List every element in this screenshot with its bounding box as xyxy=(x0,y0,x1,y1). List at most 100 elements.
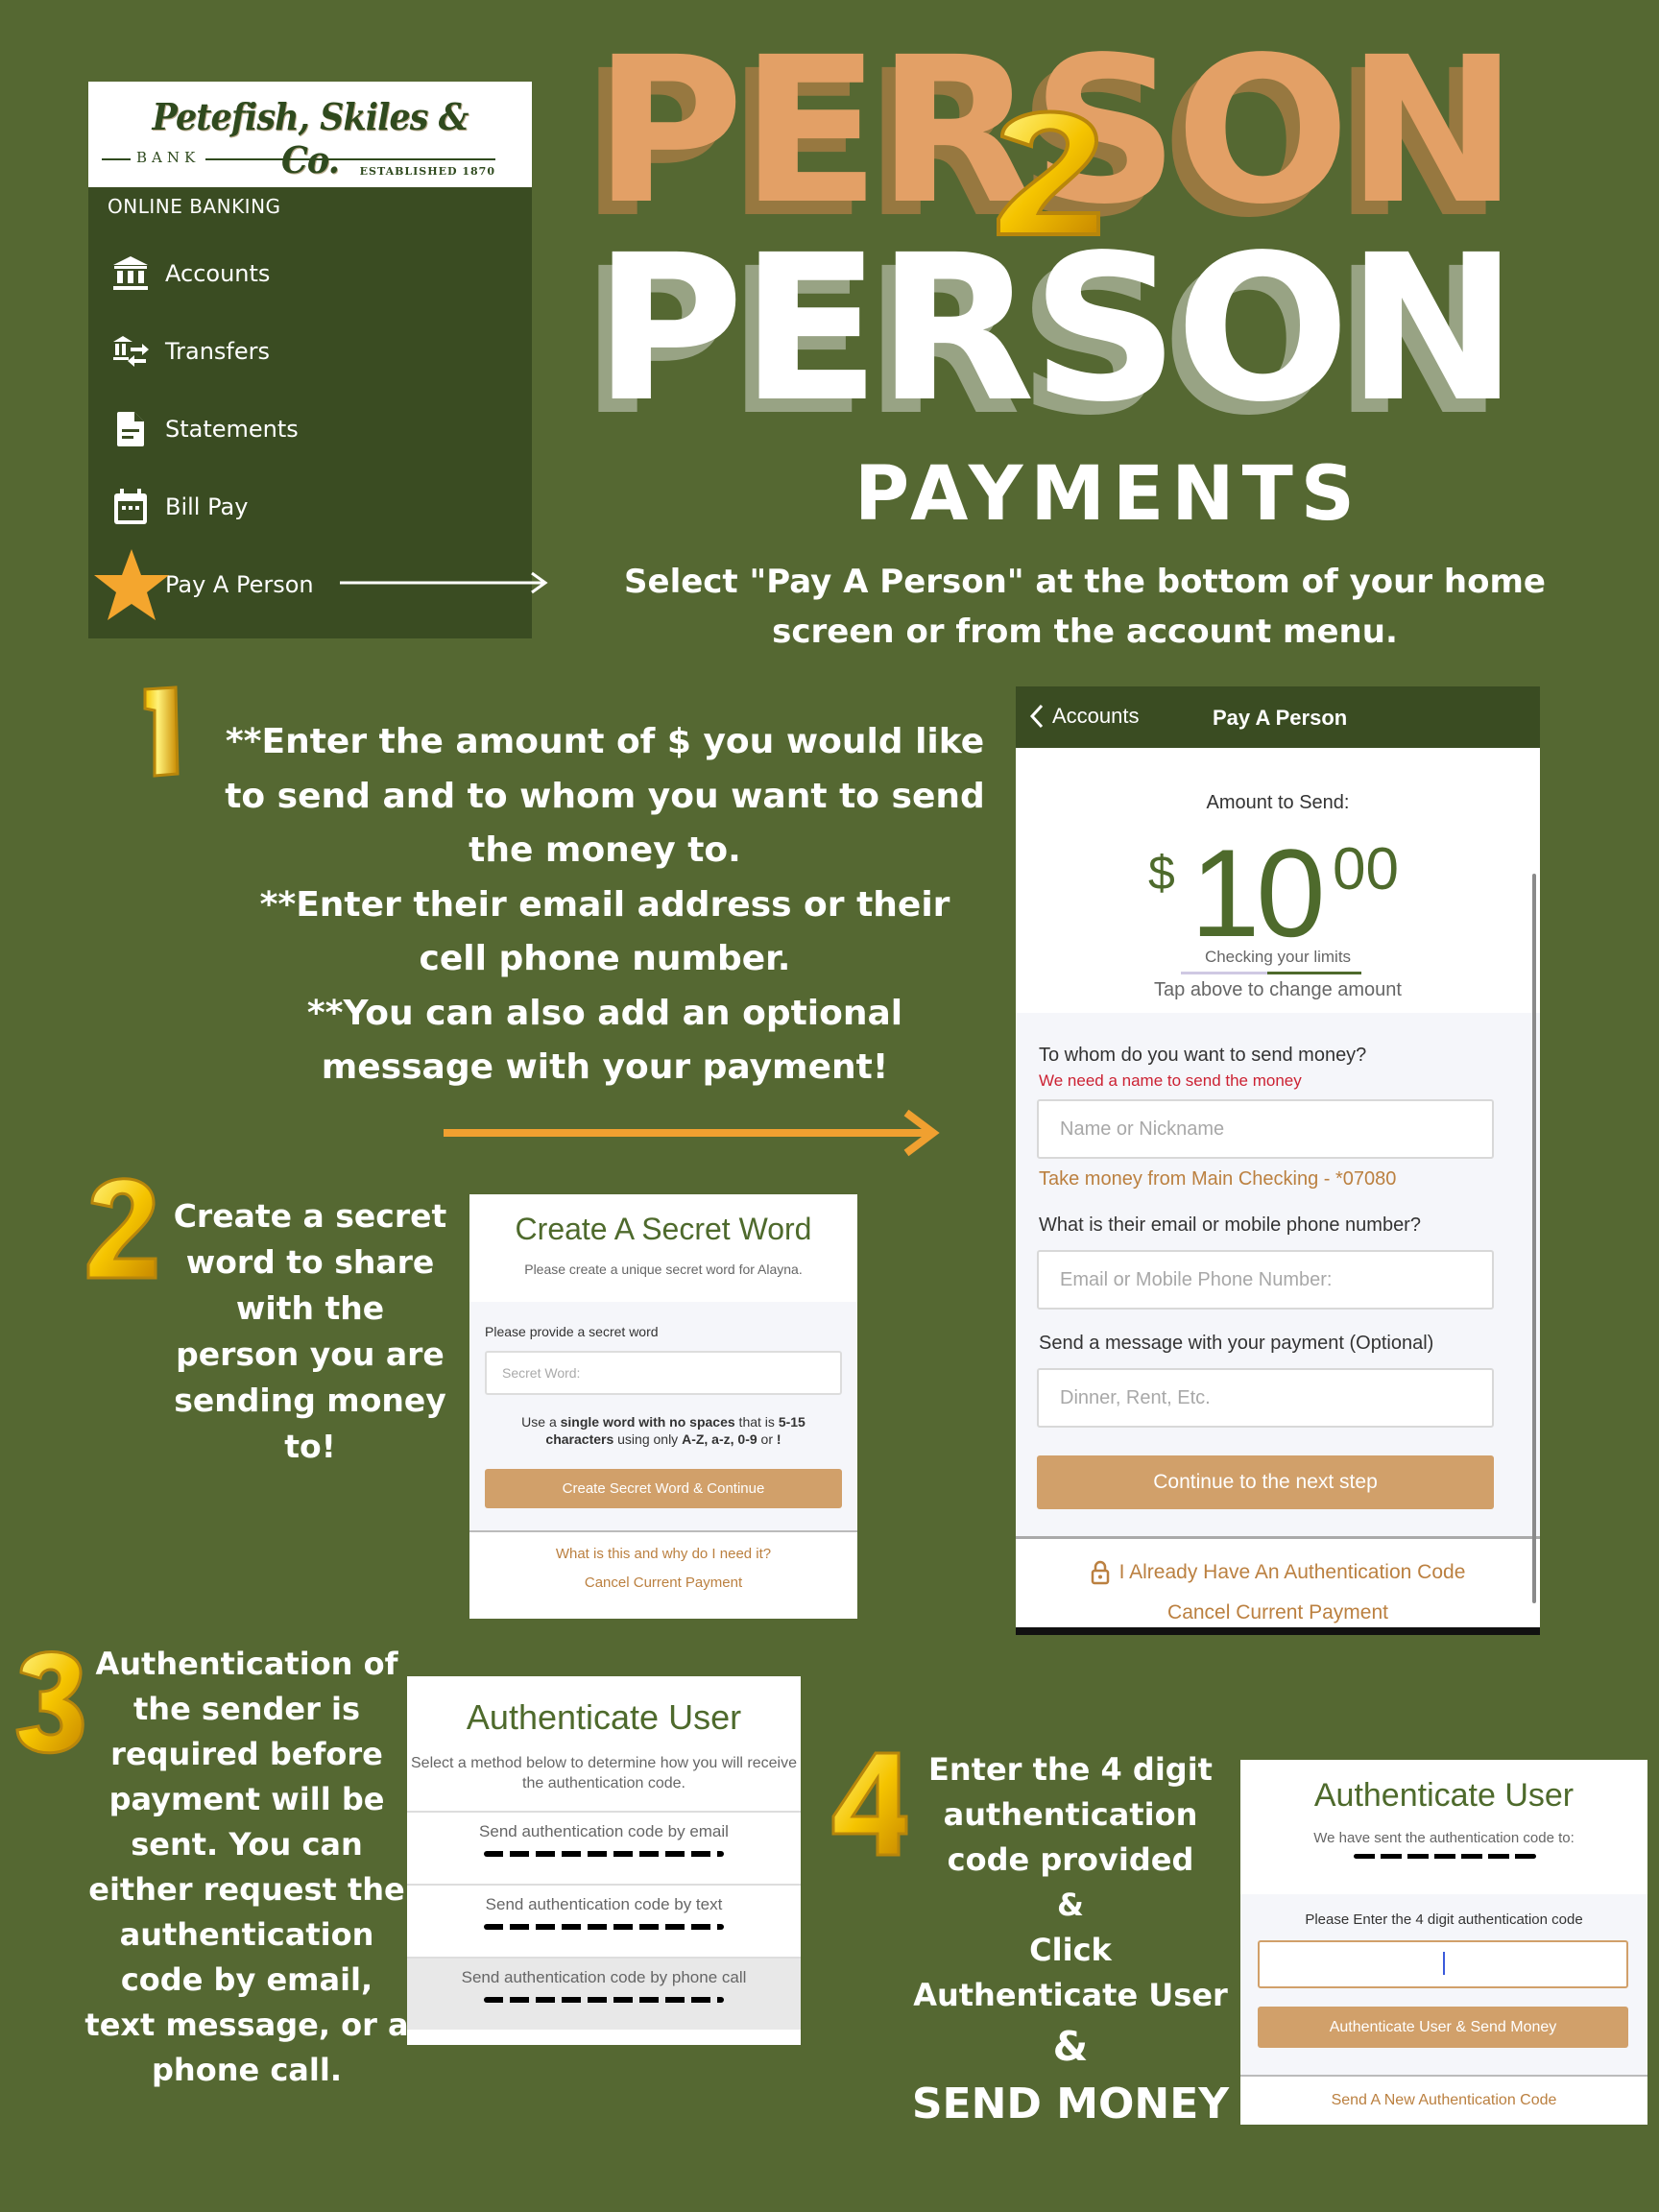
chevron-left-icon xyxy=(1029,704,1044,729)
recipient-error: We need a name to send the money xyxy=(1039,1071,1302,1090)
step4-amp: & xyxy=(1057,1887,1084,1923)
tap-hint: Tap above to change amount xyxy=(1154,979,1402,1000)
resend-code-link[interactable]: Send A New Authentication Code xyxy=(1240,2092,1647,2109)
step1-text: **Enter the amount of $ you would like t… xyxy=(221,715,989,1095)
menu-heading: ONLINE BANKING xyxy=(108,195,281,218)
continue-button[interactable]: Continue to the next step xyxy=(1037,1455,1494,1509)
balloon-number-2-icon xyxy=(997,109,1100,236)
screen-title: Create A Secret Word xyxy=(515,1212,812,1246)
menu-item-label: Statements xyxy=(165,416,299,443)
hint-text: that is xyxy=(734,1414,779,1430)
auth-option-label: Send authentication code by phone call xyxy=(461,1968,747,1986)
back-button[interactable]: Accounts xyxy=(1029,704,1140,729)
message-label: Send a message with your payment (Option… xyxy=(1039,1333,1434,1354)
step3-text: Authentication of the sender is required… xyxy=(84,1646,409,2088)
cancel-payment-link[interactable]: Cancel Current Payment xyxy=(1016,1601,1540,1624)
redacted-contact xyxy=(484,1851,724,1857)
screen-title: Authenticate User xyxy=(1313,1777,1575,1814)
message-input[interactable] xyxy=(1037,1368,1494,1428)
secret-word-hint: Use a single word with no spaces that is… xyxy=(498,1413,829,1448)
cancel-payment-link[interactable]: Cancel Current Payment xyxy=(469,1575,857,1591)
hint-text: Use a xyxy=(521,1414,561,1430)
auth-option-email[interactable]: Send authentication code by email xyxy=(407,1811,801,1884)
redacted-contact xyxy=(484,1924,724,1930)
hint-bold: ! xyxy=(776,1431,781,1447)
document-icon xyxy=(109,408,152,450)
text-caret xyxy=(1443,1952,1445,1975)
title-person-bottom: PERSON xyxy=(593,211,1518,446)
authenticate-method-screen: Authenticate User Select a method below … xyxy=(407,1676,801,2045)
authenticate-send-button[interactable]: Authenticate User & Send Money xyxy=(1258,2007,1628,2048)
create-secret-word-button[interactable]: Create Secret Word & Continue xyxy=(485,1469,842,1508)
balloon-number-1-icon xyxy=(143,685,180,778)
intro-text: Select "Pay A Person" at the bottom of y… xyxy=(624,563,1546,651)
bank-menu-panel: Petefish, Skiles & Co. BANK ESTABLISHED … xyxy=(88,82,532,638)
step2-text: Create a secret word to share with the p… xyxy=(173,1197,447,1465)
balloon-number-3-icon xyxy=(15,1650,84,1755)
calendar-icon xyxy=(109,486,152,528)
have-auth-code-label: I Already Have An Authentication Code xyxy=(1118,1561,1466,1583)
recipient-label: To whom do you want to send money? xyxy=(1039,1045,1367,1066)
bank-icon xyxy=(109,252,152,295)
secret-word-label: Please provide a secret word xyxy=(485,1324,659,1339)
amount-cents[interactable]: 00 xyxy=(1333,840,1399,900)
title-payments: PAYMENTS xyxy=(854,451,1362,538)
menu-item-label: Bill Pay xyxy=(165,493,249,520)
help-link[interactable]: What is this and why do I need it? xyxy=(469,1546,857,1562)
arrow-right-icon xyxy=(340,571,548,594)
step4-click: Click xyxy=(1029,1932,1112,1968)
screen-subtitle: We have sent the authentication code to: xyxy=(1313,1830,1575,1846)
recipient-name-input[interactable] xyxy=(1037,1099,1494,1159)
have-auth-code-link[interactable]: I Already Have An Authentication Code xyxy=(1016,1560,1540,1585)
step4-action: Authenticate User xyxy=(913,1977,1228,2013)
amount-value[interactable]: 10 xyxy=(1190,830,1326,955)
auth-option-label: Send authentication code by email xyxy=(479,1822,729,1840)
secret-word-input[interactable] xyxy=(485,1351,842,1395)
step1-line: **Enter the amount of $ you would like t… xyxy=(225,722,985,870)
progress-fill xyxy=(1267,972,1361,974)
transfer-icon xyxy=(109,330,152,373)
menu-item-statements[interactable]: Statements xyxy=(88,402,532,456)
redacted-contact xyxy=(484,1997,724,2003)
scrollbar[interactable] xyxy=(1532,874,1536,1603)
menu-item-bill-pay[interactable]: Bill Pay xyxy=(88,480,532,534)
currency-symbol[interactable]: $ xyxy=(1148,845,1175,901)
arrow-right-icon xyxy=(444,1109,940,1157)
step4-text: Enter the 4 digit authentication code pr… xyxy=(907,1747,1234,2133)
auth-option-text[interactable]: Send authentication code by text xyxy=(407,1884,801,1957)
hint-bold: single word with no spaces xyxy=(560,1414,735,1430)
screen-title: Authenticate User xyxy=(466,1697,742,1737)
bank-logo-bank: BANK xyxy=(131,149,206,166)
hint-text: using only xyxy=(613,1431,683,1447)
bank-logo: Petefish, Skiles & Co. BANK ESTABLISHED … xyxy=(88,82,532,187)
source-account[interactable]: Take money from Main Checking - *07080 xyxy=(1039,1168,1396,1190)
menu-item-accounts[interactable]: Accounts xyxy=(88,247,532,301)
menu-item-transfers[interactable]: Transfers xyxy=(88,325,532,378)
step1-line: **You can also add an optional message w… xyxy=(306,993,903,1088)
hint-bold: A-Z, a-z, 0-9 xyxy=(682,1431,757,1447)
step4-send-money: SEND MONEY xyxy=(911,2080,1230,2128)
screen-bottom-bar xyxy=(1016,1627,1540,1635)
screen-subtitle: Please create a unique secret word for A… xyxy=(524,1262,803,1277)
create-secret-word-screen: Create A Secret Word Please create a uni… xyxy=(469,1194,857,1619)
auth-option-phone-call[interactable]: Send authentication code by phone call xyxy=(407,1957,801,2030)
menu-item-label: Accounts xyxy=(165,260,271,287)
hint-text: or xyxy=(757,1431,777,1447)
lock-icon xyxy=(1091,1560,1109,1585)
limit-check-progress xyxy=(1181,972,1361,974)
checking-limits-label: Checking your limits xyxy=(1204,948,1352,966)
contact-input[interactable] xyxy=(1037,1250,1494,1310)
auth-code-label: Please Enter the 4 digit authentication … xyxy=(1305,1911,1583,1928)
contact-label: What is their email or mobile phone numb… xyxy=(1039,1214,1421,1236)
back-label: Accounts xyxy=(1052,704,1140,728)
screen-title: Pay A Person xyxy=(1213,706,1348,730)
pay-a-person-screen: Accounts Pay A Person Amount to Send: $ … xyxy=(1016,686,1540,1635)
step4-amp-large: & xyxy=(1052,2023,1089,2070)
amount-label: Amount to Send: xyxy=(1206,792,1350,813)
step4-instruction: Enter the 4 digit authentication code pr… xyxy=(928,1751,1213,1878)
auth-option-label: Send authentication code by text xyxy=(485,1895,723,1913)
screen-subtitle: Select a method below to determine how y… xyxy=(411,1755,797,1791)
balloon-number-2-icon xyxy=(86,1177,157,1280)
step1-line: **Enter their email address or their cel… xyxy=(259,884,950,979)
authenticate-code-screen: Authenticate User We have sent the authe… xyxy=(1240,1760,1647,2125)
